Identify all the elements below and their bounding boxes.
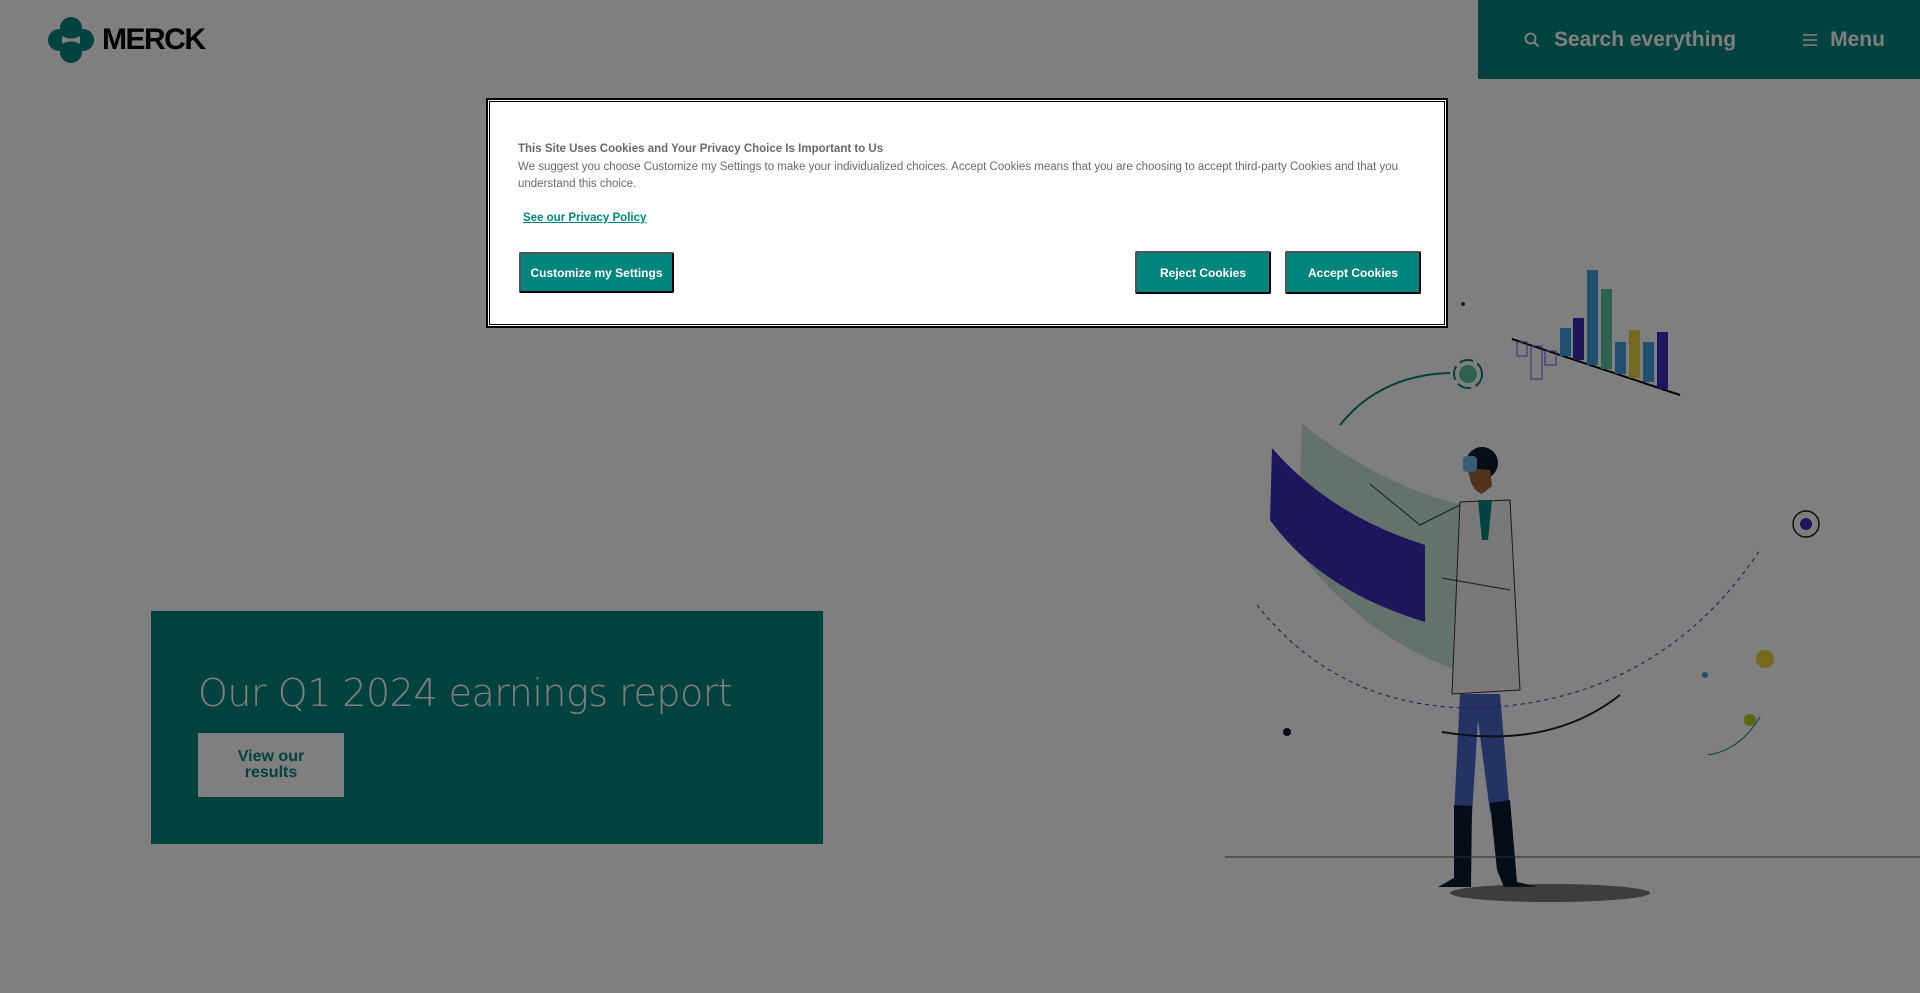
reject-cookies-button[interactable]: Reject Cookies: [1135, 251, 1271, 294]
customize-settings-button[interactable]: Customize my Settings: [519, 252, 674, 293]
privacy-policy-link[interactable]: See our Privacy Policy: [523, 212, 646, 224]
accept-cookies-button[interactable]: Accept Cookies: [1285, 251, 1421, 294]
cookie-consent-dialog: This Site Uses Cookies and Your Privacy …: [486, 98, 1448, 328]
cookie-dialog-description: We suggest you choose Customize my Setti…: [518, 161, 1399, 190]
cookie-dialog-title: This Site Uses Cookies and Your Privacy …: [518, 143, 884, 155]
